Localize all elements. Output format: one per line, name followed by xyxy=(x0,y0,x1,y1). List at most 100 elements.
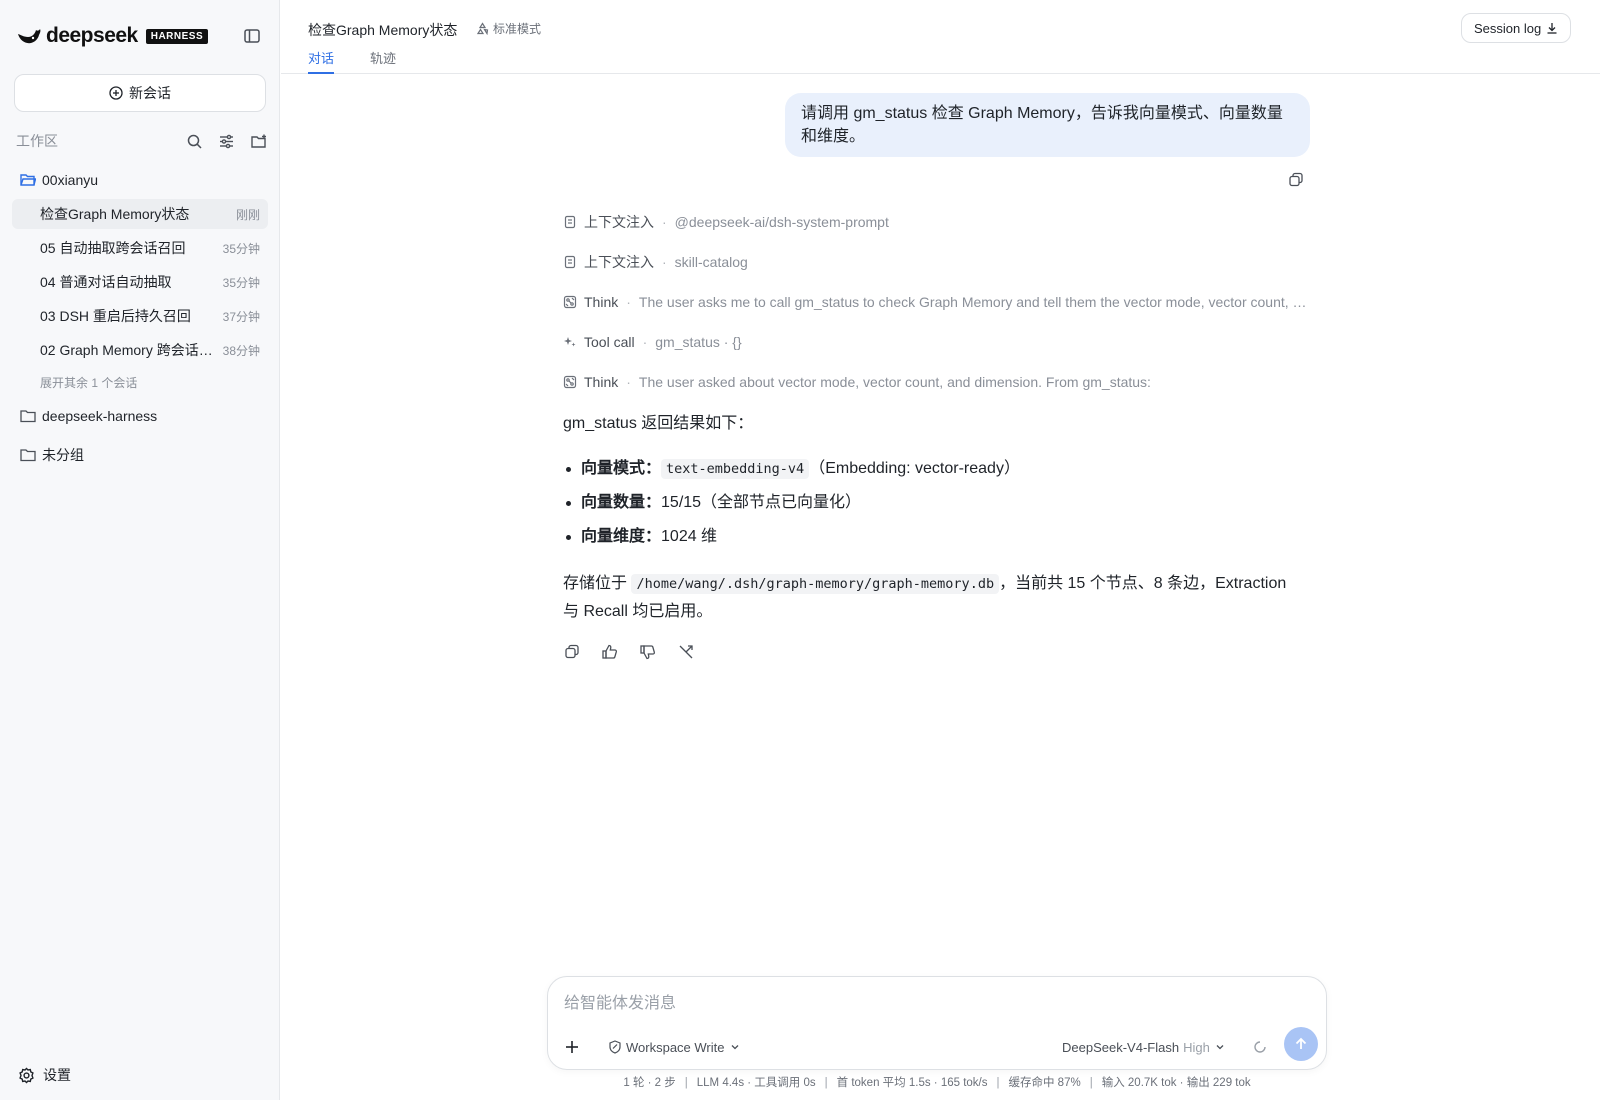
stat-separator: | xyxy=(824,1077,828,1089)
search-icon xyxy=(187,134,202,149)
search-sessions-button[interactable] xyxy=(184,131,204,151)
session-item[interactable]: 04 普通对话自动抽取 35分钟 xyxy=(12,267,268,297)
recycle-icon xyxy=(476,22,489,35)
brand-badge: HARNESS xyxy=(145,28,209,44)
thumbs-down-icon[interactable] xyxy=(639,643,657,661)
trace-separator: · xyxy=(662,214,667,230)
session-title: 检查Graph Memory状态 xyxy=(40,206,190,222)
mode-label: 标准模式 xyxy=(493,22,542,36)
item-key: 向量数量： xyxy=(581,494,662,511)
thumbs-up-icon[interactable] xyxy=(601,643,619,661)
sidebar-toggle-icon xyxy=(244,29,260,43)
item-text: 1024 维 xyxy=(661,528,718,545)
stat-separator: | xyxy=(1089,1077,1093,1089)
trace-think[interactable]: Think · The user asks me to call gm_stat… xyxy=(563,292,1307,312)
inline-code: /home/wang/.dsh/graph-memory/graph-memor… xyxy=(631,574,1000,594)
item-key: 向量模式： xyxy=(581,460,662,477)
trace-label: 上下文注入 xyxy=(584,254,654,270)
download-icon xyxy=(1547,23,1557,34)
permission-label: Workspace Write xyxy=(626,1039,725,1055)
folder-name: deepseek-harness xyxy=(42,408,158,424)
brand-name: deepseek xyxy=(46,24,138,47)
trace-separator: · xyxy=(662,254,667,270)
model-select[interactable]: DeepSeek-V4-Flash High xyxy=(1062,1036,1226,1058)
folder-name: 00xianyu xyxy=(42,172,99,188)
session-log-button[interactable]: Session log xyxy=(1461,13,1572,43)
new-chat-button[interactable]: 新会话 xyxy=(14,74,266,112)
session-time: 刚刚 xyxy=(235,207,260,222)
trace-tool-call[interactable]: Tool call · gm_status · {} xyxy=(563,332,742,352)
user-message: 请调用 gm_status 检查 Graph Memory，告诉我向量模式、向量… xyxy=(785,93,1310,157)
permission-select[interactable]: Workspace Write xyxy=(608,1036,745,1058)
branch-icon[interactable] xyxy=(677,643,695,661)
attach-button[interactable] xyxy=(558,1033,586,1061)
session-item[interactable]: 检查Graph Memory状态 刚刚 xyxy=(12,199,268,229)
stat-separator: | xyxy=(996,1077,1000,1089)
settings-label: 设置 xyxy=(43,1067,71,1083)
model-effort: High xyxy=(1183,1039,1210,1055)
folder-icon xyxy=(20,410,36,423)
list-item: 向量数量：15/15（全部节点已向量化） xyxy=(563,486,1303,520)
sparkle-icon xyxy=(564,337,576,347)
trace-think[interactable]: Think · The user asked about vector mode… xyxy=(563,372,1151,392)
stat-latency: LLM 4.4s · 工具调用 0s xyxy=(696,1077,816,1089)
usage-stats: 1 轮 · 2 步 | LLM 4.4s · 工具调用 0s | 首 token 平均 … xyxy=(547,1074,1327,1090)
model-name: DeepSeek-V4-Flash xyxy=(1062,1039,1180,1055)
trace-detail: The user asks me to call gm_status to ch… xyxy=(638,294,1307,310)
gear-icon xyxy=(19,1067,34,1083)
trace-detail: @deepseek-ai/dsh-system-prompt xyxy=(674,214,889,230)
stat-separator: | xyxy=(684,1077,688,1089)
stat-cache: 缓存命中 87% xyxy=(1008,1077,1081,1089)
session-item[interactable]: 03 DSH 重启后持久召回 37分钟 xyxy=(12,301,268,331)
message-actions xyxy=(563,642,715,662)
tab-chat[interactable]: 对话 xyxy=(308,48,335,74)
trace-separator: · xyxy=(642,334,648,350)
copy-icon[interactable] xyxy=(563,643,581,661)
whale-logo-icon xyxy=(18,29,41,44)
chevron-down-icon xyxy=(731,1045,738,1050)
folder-open-icon xyxy=(20,174,36,186)
workspace-header: 工作区 xyxy=(16,130,268,152)
send-button[interactable] xyxy=(1284,1027,1318,1061)
tab-trace[interactable]: 轨迹 xyxy=(370,48,396,74)
new-chat-label: 新会话 xyxy=(129,85,171,101)
plus-icon xyxy=(566,1041,578,1053)
session-title: 03 DSH 重启后持久召回 xyxy=(40,308,191,324)
answer-intro: gm_status 返回结果如下： xyxy=(563,415,754,432)
workspace-title: 工作区 xyxy=(16,133,58,149)
session-title: 04 普通对话自动抽取 xyxy=(40,274,172,290)
sliders-icon xyxy=(219,134,233,148)
item-text: 15/15（全部节点已向量化） xyxy=(661,494,862,511)
copy-icon[interactable] xyxy=(1287,171,1305,189)
session-time: 37分钟 xyxy=(222,309,260,324)
loading-spinner-icon[interactable] xyxy=(1251,1038,1269,1056)
answer-outro: 存储位于 /home/wang/.dsh/graph-memory/graph-… xyxy=(563,570,1303,626)
session-item[interactable]: 05 自动抽取跨会话召回 35分钟 xyxy=(12,233,268,263)
folder-icon xyxy=(20,449,36,462)
inline-code: text-embedding-v4 xyxy=(661,459,810,479)
settings-button[interactable]: 设置 xyxy=(18,1064,71,1086)
trace-separator: · xyxy=(626,374,631,390)
message-input[interactable] xyxy=(564,991,1304,1017)
expand-more-sessions[interactable]: 展开其余 1 个会话 xyxy=(40,374,137,391)
trace-detail: gm_status · {} xyxy=(655,334,742,350)
folder-ungrouped[interactable]: 未分组 xyxy=(20,444,84,466)
stat-tokens: 输入 20.7K tok · 输出 229 tok xyxy=(1101,1077,1251,1089)
trace-context-injection[interactable]: 上下文注入 · @deepseek-ai/dsh-system-prompt xyxy=(563,212,889,232)
trace-detail: The user asked about vector mode, vector… xyxy=(638,374,1151,390)
mode-badge[interactable]: 标准模式 xyxy=(476,20,541,37)
list-item: 向量模式： text-embedding-v4 （Embedding: vector… xyxy=(563,452,1303,486)
list-item: 向量维度：1024 维 xyxy=(563,520,1303,554)
folder-deepseek-harness[interactable]: deepseek-harness xyxy=(20,405,157,427)
trace-label: Tool call xyxy=(584,334,635,350)
item-text: （Embedding: vector-ready） xyxy=(809,460,1020,477)
session-title: 02 Graph Memory 跨会话召回 xyxy=(40,342,215,358)
collapse-sidebar-button[interactable] xyxy=(242,26,262,46)
new-folder-button[interactable] xyxy=(248,131,268,151)
folder-name: 未分组 xyxy=(42,447,84,463)
top-bar: 检查Graph Memory状态 标准模式 对话 轨迹 Session log xyxy=(281,0,1600,74)
session-item[interactable]: 02 Graph Memory 跨会话召回 38分钟 xyxy=(12,335,268,365)
folder-00xianyu[interactable]: 00xianyu xyxy=(20,169,98,191)
filter-button[interactable] xyxy=(216,131,236,151)
trace-context-injection[interactable]: 上下文注入 · skill-catalog xyxy=(563,252,748,272)
